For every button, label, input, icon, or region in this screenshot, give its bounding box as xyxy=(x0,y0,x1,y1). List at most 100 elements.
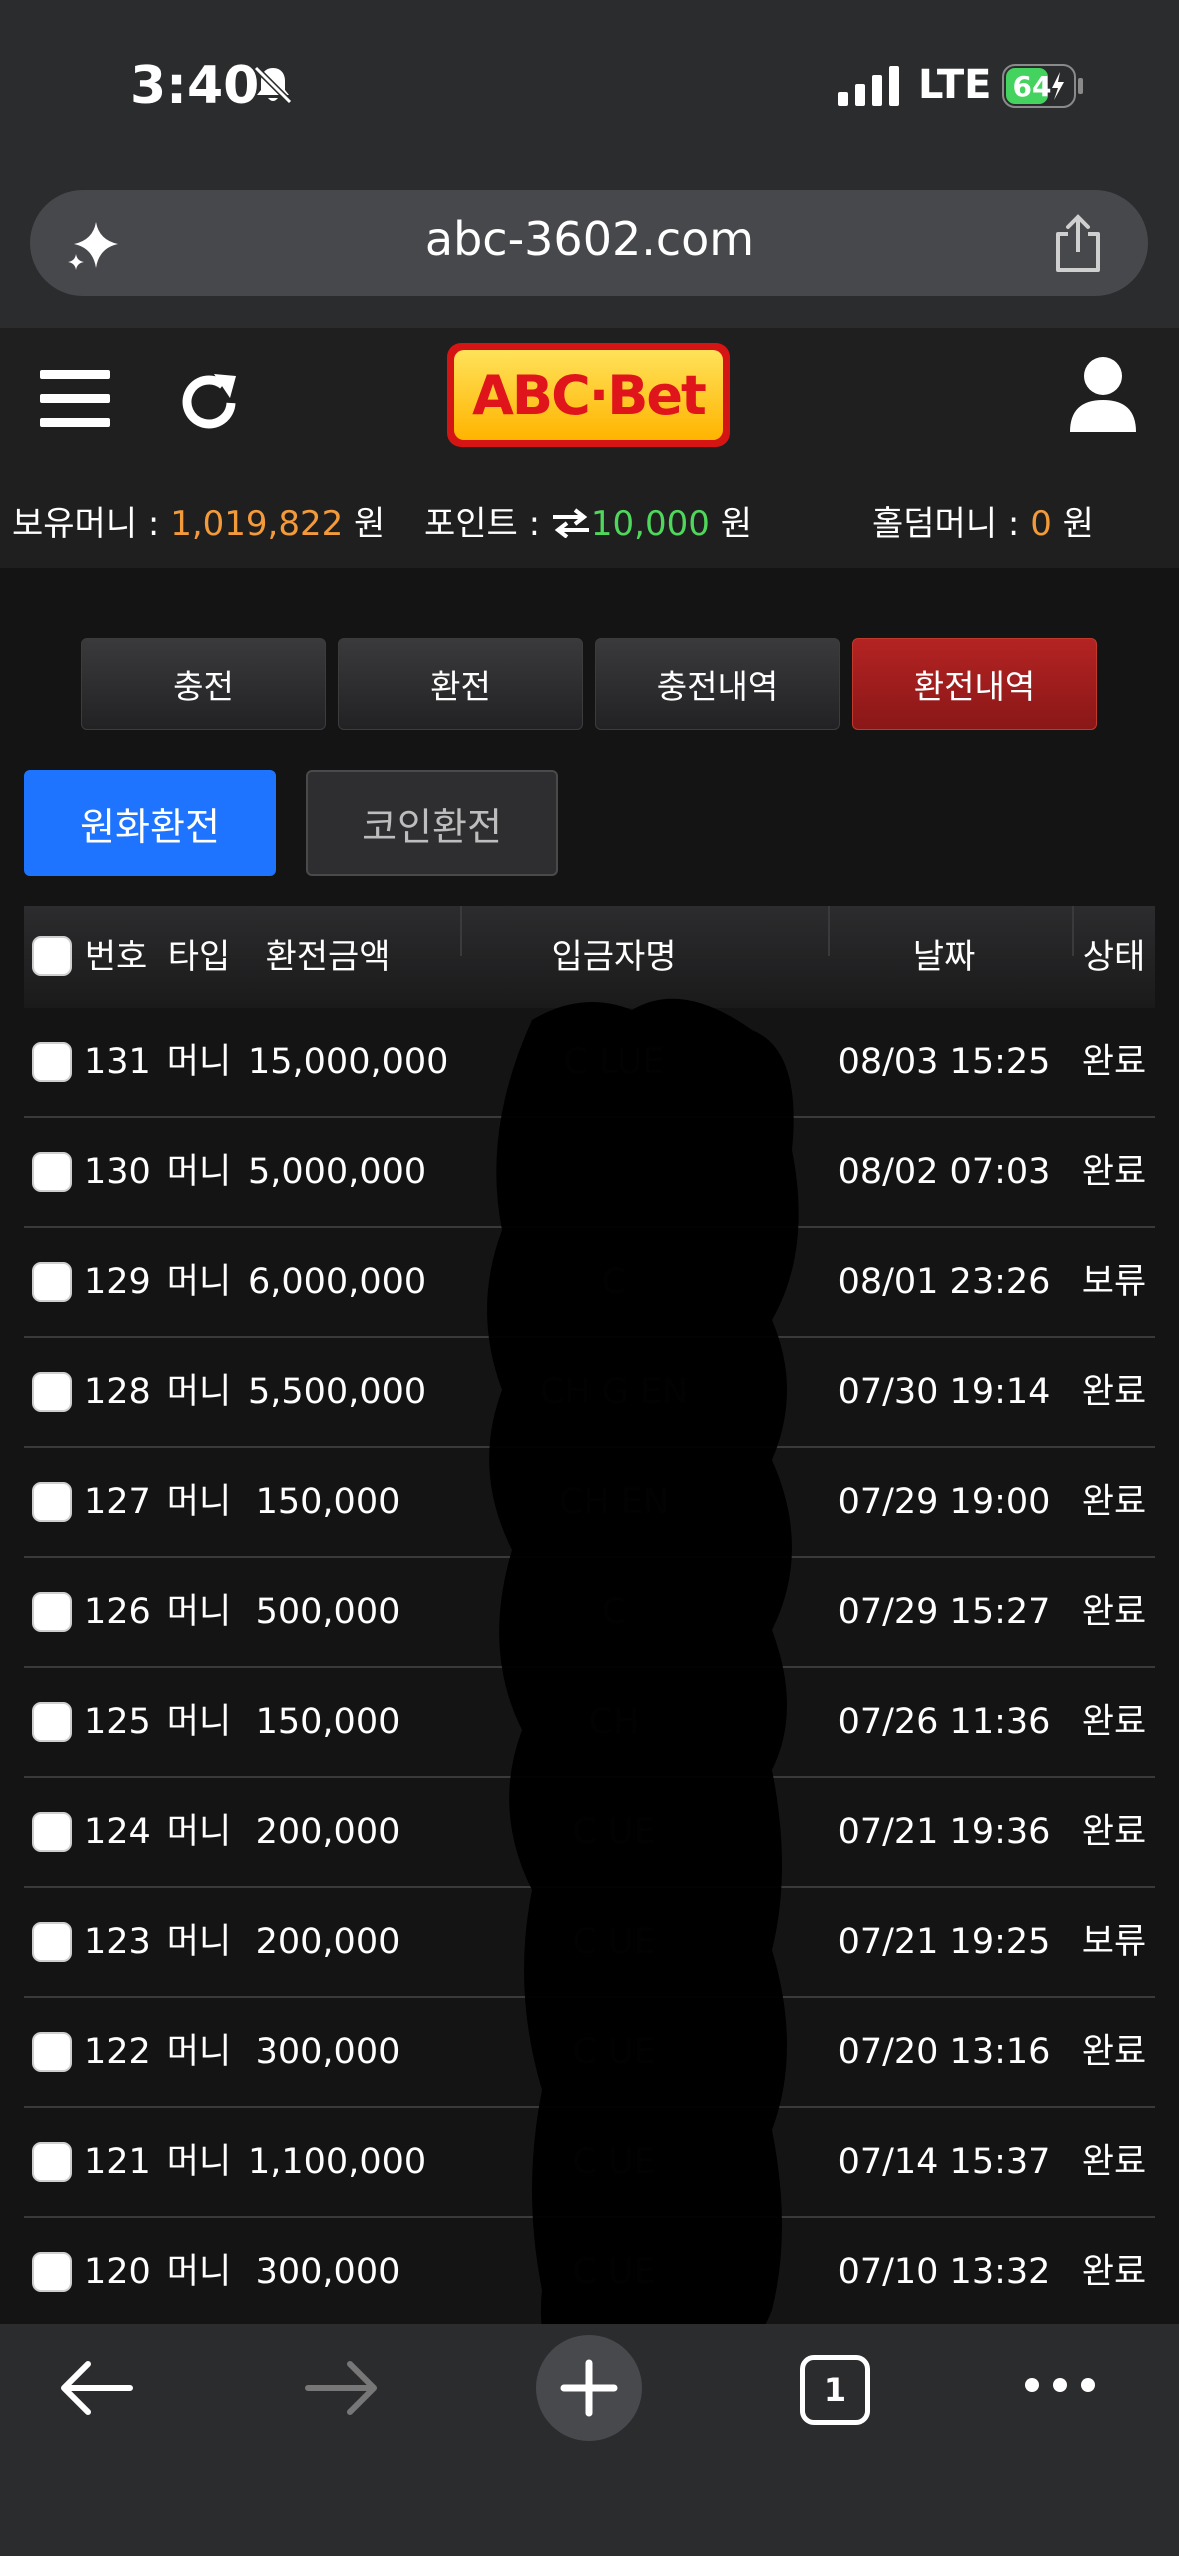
row-checkbox[interactable] xyxy=(32,1702,72,1742)
subtab-krw-withdraw[interactable]: 원화환전 xyxy=(24,770,276,876)
row-type: 머니 xyxy=(166,1372,232,1412)
row-number: 127 xyxy=(84,1482,151,1522)
row-status: 보류 xyxy=(1081,1262,1147,1302)
subtab-coin-withdraw[interactable]: 코인환전 xyxy=(306,770,558,876)
signal-icon xyxy=(838,66,899,106)
tab-withdraw-history[interactable]: 환전내역 xyxy=(852,638,1097,730)
row-amount: 5,000,000 xyxy=(248,1152,427,1192)
row-type: 머니 xyxy=(166,1592,232,1632)
battery-percent: 64 xyxy=(1013,70,1052,103)
row-checkbox[interactable] xyxy=(32,1592,72,1632)
row-date: 07/21 19:36 xyxy=(837,1812,1051,1852)
header-type: 타입 xyxy=(167,937,231,977)
points: 포인트 : 10,000 원 xyxy=(424,504,752,544)
swap-arrows-icon[interactable] xyxy=(551,508,591,539)
row-checkbox[interactable] xyxy=(32,2032,72,2072)
row-status: 완료 xyxy=(1081,1812,1147,1852)
row-status: 완료 xyxy=(1081,1372,1147,1412)
logo-text: ABC·Bet xyxy=(454,350,723,440)
row-checkbox[interactable] xyxy=(32,2252,72,2292)
row-date: 07/29 15:27 xyxy=(837,1592,1051,1632)
more-options-icon[interactable] xyxy=(1022,2370,1098,2400)
row-date: 08/03 15:25 xyxy=(837,1042,1051,1082)
row-amount: 6,000,000 xyxy=(248,1262,427,1302)
bell-muted-icon xyxy=(253,65,293,105)
row-number: 122 xyxy=(84,2032,151,2072)
row-type: 머니 xyxy=(166,1152,232,1192)
row-number: 124 xyxy=(84,1812,151,1852)
row-checkbox[interactable] xyxy=(32,1372,72,1412)
row-type: 머니 xyxy=(166,1042,232,1082)
row-amount: 15,000,000 xyxy=(248,1042,449,1082)
row-checkbox[interactable] xyxy=(32,1262,72,1302)
row-checkbox[interactable] xyxy=(32,1152,72,1192)
user-icon[interactable] xyxy=(1068,356,1138,434)
tab-withdraw[interactable]: 환전 xyxy=(338,638,583,730)
row-checkbox[interactable] xyxy=(32,1042,72,1082)
row-date: 07/20 13:16 xyxy=(837,2032,1051,2072)
row-date: 07/21 19:25 xyxy=(837,1922,1051,1962)
plus-icon xyxy=(560,2359,618,2417)
holding-money-value: 1,019,822 xyxy=(170,504,344,544)
row-amount: 300,000 xyxy=(255,2032,401,2072)
holdem-money-value: 0 xyxy=(1030,504,1052,544)
select-all-checkbox[interactable] xyxy=(32,936,72,976)
status-time: 3:40 xyxy=(130,56,260,116)
row-status: 완료 xyxy=(1081,1592,1147,1632)
row-date: 08/02 07:03 xyxy=(837,1152,1051,1192)
tab-deposit-history[interactable]: 충전내역 xyxy=(595,638,840,730)
holding-money: 보유머니 : 1,019,822 원 xyxy=(12,504,386,544)
row-amount: 200,000 xyxy=(255,1812,401,1852)
row-number: 129 xyxy=(84,1262,151,1302)
row-date: 07/26 11:36 xyxy=(837,1702,1051,1742)
row-amount: 5,500,000 xyxy=(248,1372,427,1412)
hamburger-menu-icon[interactable] xyxy=(40,368,110,430)
row-date: 07/10 13:32 xyxy=(837,2252,1051,2292)
row-type: 머니 xyxy=(166,2142,232,2182)
share-icon[interactable] xyxy=(1050,214,1106,274)
row-amount: 300,000 xyxy=(255,2252,401,2292)
tab-count-button[interactable]: 1 xyxy=(800,2355,870,2425)
row-checkbox[interactable] xyxy=(32,2142,72,2182)
row-status: 완료 xyxy=(1081,1042,1147,1082)
header-number: 번호 xyxy=(84,937,148,977)
row-number: 128 xyxy=(84,1372,151,1412)
row-type: 머니 xyxy=(166,1812,232,1852)
row-status: 완료 xyxy=(1081,2142,1147,2182)
row-amount: 150,000 xyxy=(255,1702,401,1742)
redaction-overlay xyxy=(487,998,799,2401)
row-amount: 500,000 xyxy=(255,1592,401,1632)
row-amount: 1,100,000 xyxy=(248,2142,427,2182)
row-checkbox[interactable] xyxy=(32,1812,72,1852)
refresh-icon[interactable] xyxy=(178,370,244,436)
site-logo[interactable]: ABC·Bet xyxy=(447,343,730,447)
url-text[interactable]: abc-3602.com xyxy=(0,212,1179,266)
balance-bar: 보유머니 : 1,019,822 원 포인트 : 10,000 원 홀덤머니 :… xyxy=(0,496,1179,546)
row-date: 07/29 19:00 xyxy=(837,1482,1051,1522)
new-tab-button[interactable] xyxy=(536,2335,642,2441)
row-number: 125 xyxy=(84,1702,151,1742)
row-status: 완료 xyxy=(1081,1482,1147,1522)
holdem-money: 홀덤머니 : 0 원 xyxy=(872,504,1094,544)
row-type: 머니 xyxy=(166,1482,232,1522)
row-amount: 150,000 xyxy=(255,1482,401,1522)
row-checkbox[interactable] xyxy=(32,1482,72,1522)
forward-arrow-icon[interactable] xyxy=(304,2358,380,2418)
row-number: 121 xyxy=(84,2142,151,2182)
row-date: 07/30 19:14 xyxy=(837,1372,1051,1412)
row-status: 보류 xyxy=(1081,1922,1147,1962)
row-type: 머니 xyxy=(166,1702,232,1742)
row-number: 120 xyxy=(84,2252,151,2292)
header-date: 날짜 xyxy=(912,937,976,977)
row-number: 131 xyxy=(84,1042,151,1082)
row-status: 완료 xyxy=(1081,2032,1147,2072)
row-date: 08/01 23:26 xyxy=(837,1262,1051,1302)
row-status: 완료 xyxy=(1081,2252,1147,2292)
row-checkbox[interactable] xyxy=(32,1922,72,1962)
row-amount: 200,000 xyxy=(255,1922,401,1962)
tab-deposit[interactable]: 충전 xyxy=(81,638,326,730)
row-type: 머니 xyxy=(166,2252,232,2292)
row-status: 완료 xyxy=(1081,1702,1147,1742)
network-type: LTE xyxy=(918,62,992,108)
back-arrow-icon[interactable] xyxy=(58,2358,134,2418)
